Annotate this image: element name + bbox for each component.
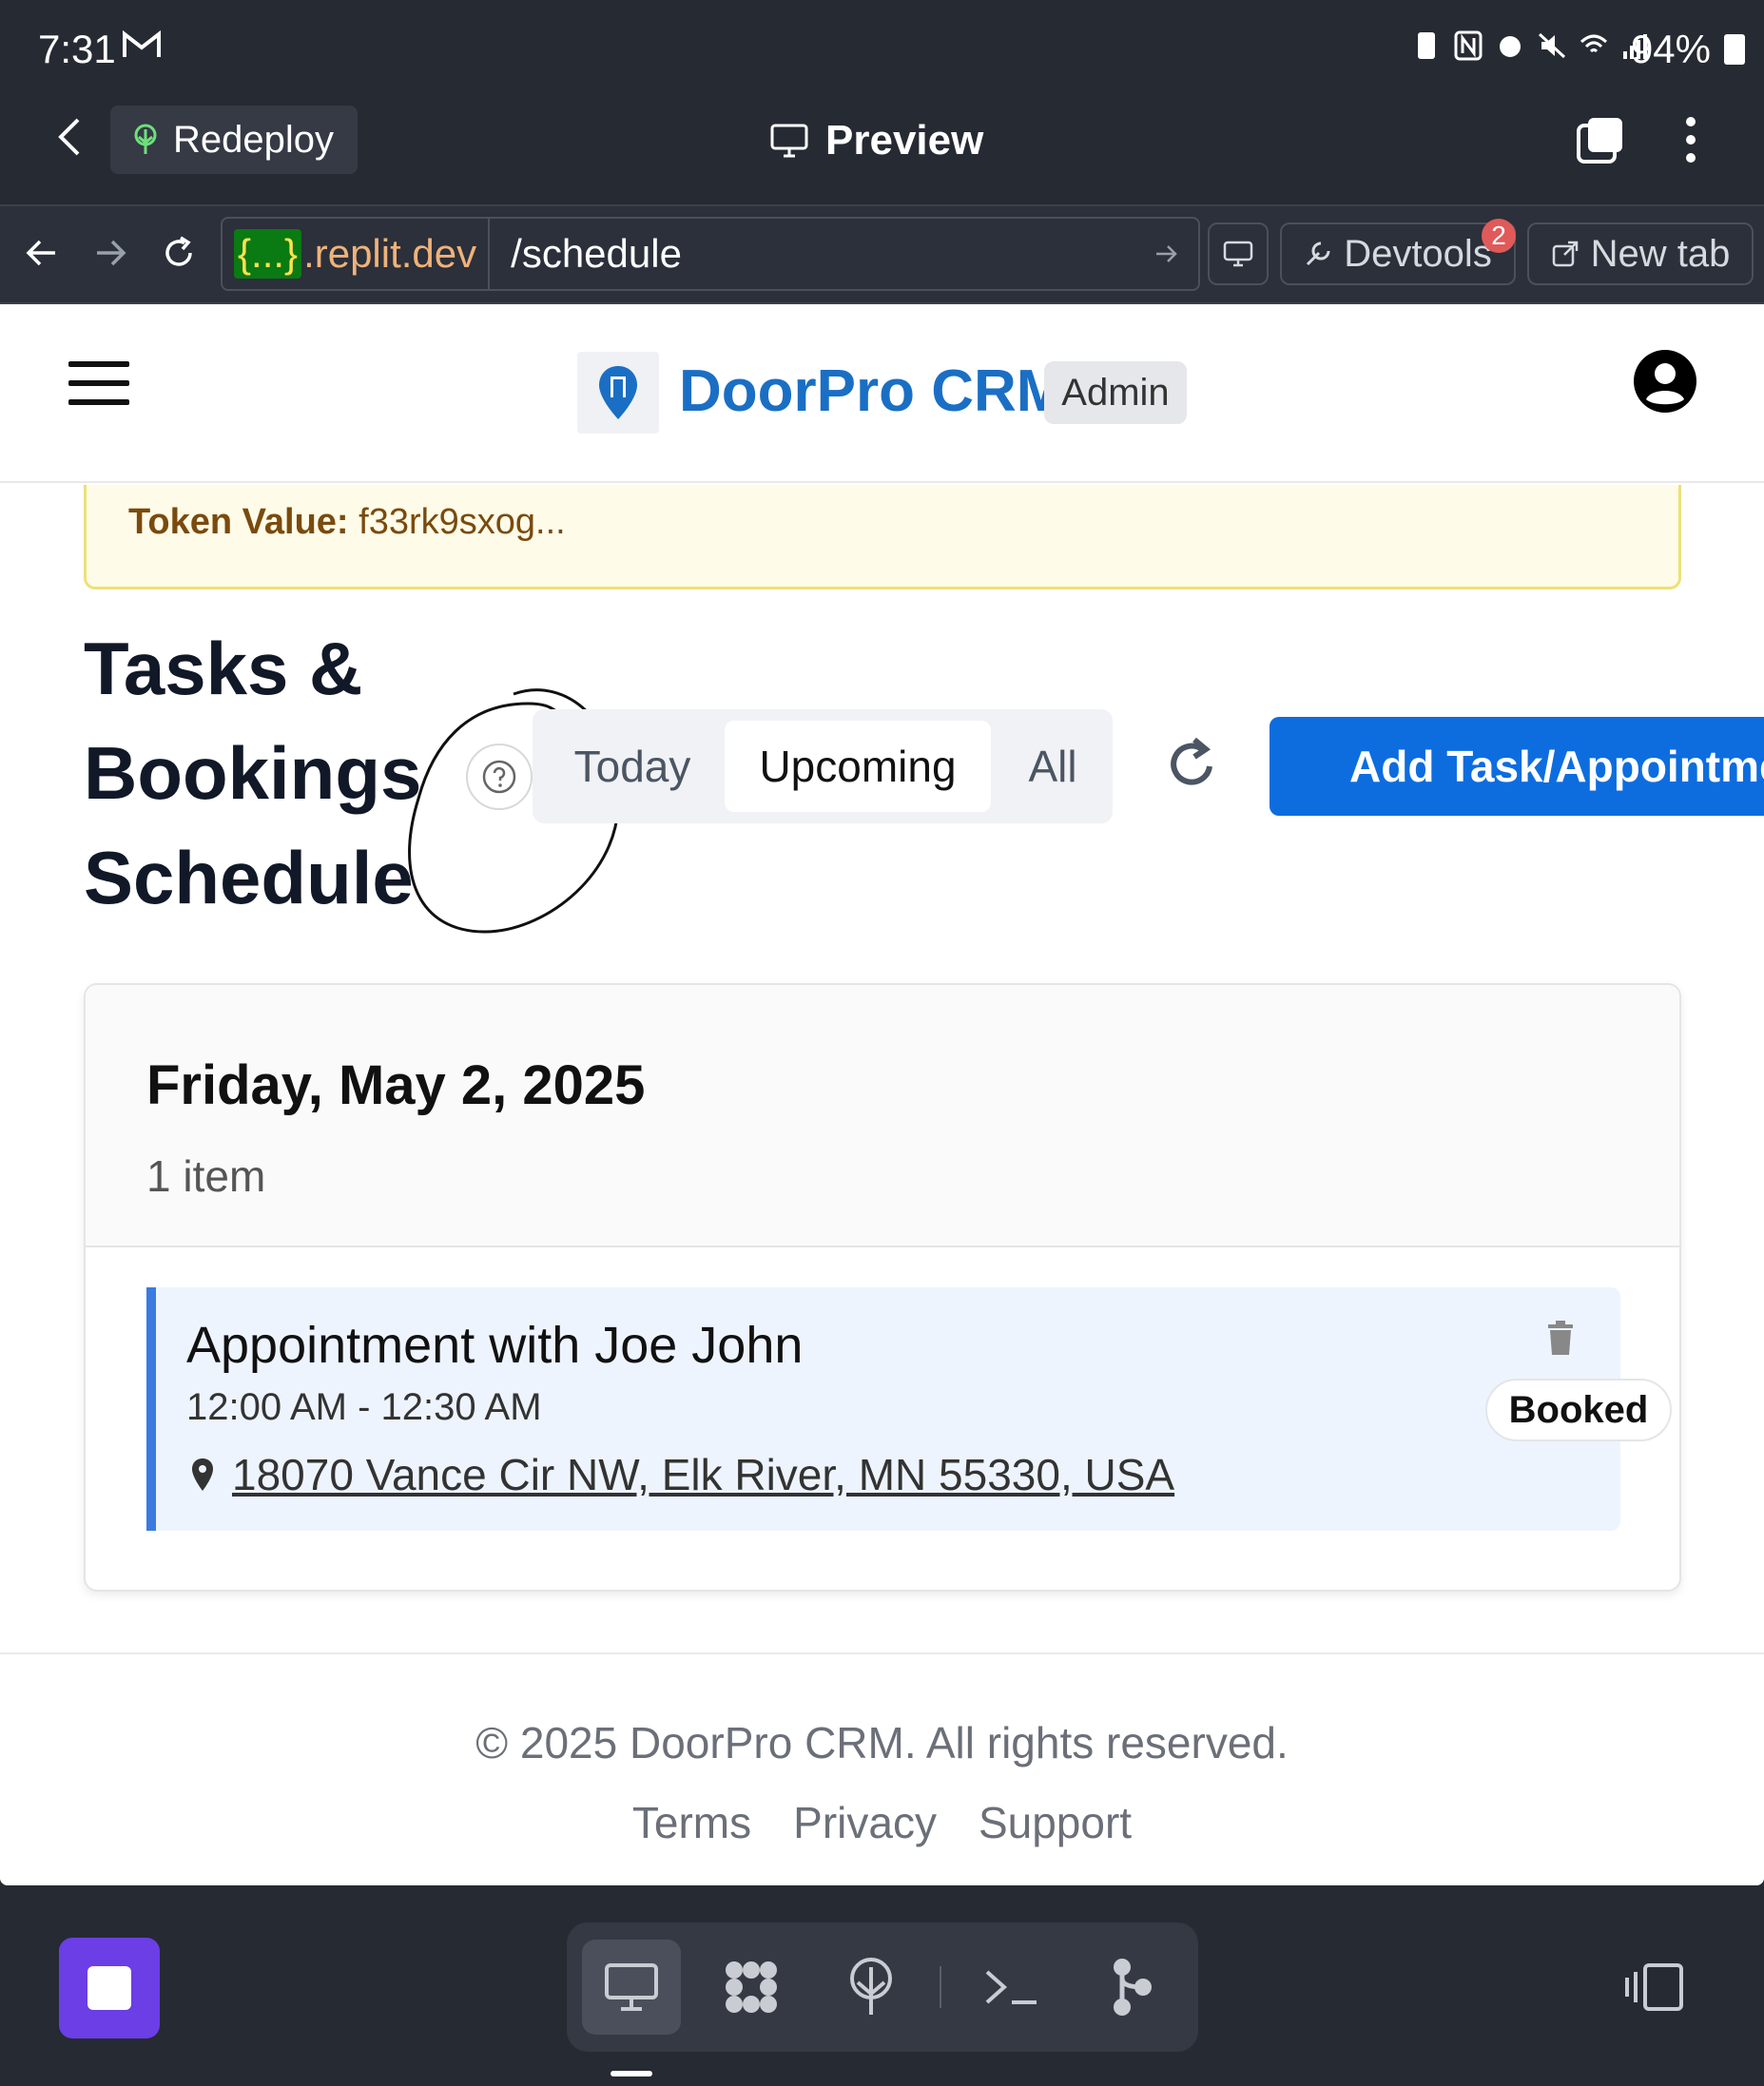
day-date: Friday, May 2, 2025 xyxy=(146,1054,646,1116)
tool-separator xyxy=(940,1966,941,2008)
status-badge: Booked xyxy=(1485,1379,1672,1441)
token-label: Token Value: xyxy=(128,502,349,542)
status-bar: 7:31 94% xyxy=(0,0,1764,95)
tabs-icon[interactable] xyxy=(1575,114,1626,165)
copyright-text: © 2025 DoorPro CRM. All rights reserved. xyxy=(475,1718,1289,1767)
preview-label: Preview xyxy=(825,117,984,164)
appointment-address-link[interactable]: 18070 Vance Cir NW, Elk River, MN 55330,… xyxy=(232,1449,1174,1500)
refresh-icon[interactable] xyxy=(1166,736,1219,793)
day-item-count: 1 item xyxy=(146,1151,266,1201)
gmail-icon xyxy=(123,29,161,57)
preview-title: Preview xyxy=(770,114,983,167)
devtools-count-badge: 2 xyxy=(1482,219,1516,253)
token-text: Token Value: f33rk9sxog... xyxy=(128,502,566,543)
device-toggle-button[interactable] xyxy=(1208,222,1269,285)
deploy-icon xyxy=(850,1958,892,2015)
reload-icon[interactable] xyxy=(160,234,198,272)
nfc-icon xyxy=(1454,30,1483,61)
user-profile-icon[interactable] xyxy=(1632,348,1698,415)
web-preview: DoorPro CRM Admin Token Value: f33rk9sxo… xyxy=(0,304,1764,1885)
back-arrow-icon[interactable] xyxy=(23,234,61,272)
back-chevron-icon[interactable] xyxy=(55,116,84,158)
shell-tool-button[interactable] xyxy=(962,1940,1061,2035)
wrench-icon xyxy=(1307,241,1330,266)
workspace-icon xyxy=(726,1961,777,2013)
add-task-label: Add Task/Appointment xyxy=(1349,742,1764,791)
preview-tool-button[interactable] xyxy=(582,1940,681,2035)
trash-icon[interactable] xyxy=(1546,1320,1575,1356)
mute-icon xyxy=(1538,30,1566,61)
alarm-icon xyxy=(1496,30,1524,61)
status-time: 7:31 xyxy=(38,27,116,71)
url-field[interactable]: {...} .replit.dev /schedule xyxy=(221,217,1200,291)
preview-icon xyxy=(605,1963,658,2011)
url-host: {...} .replit.dev xyxy=(223,219,491,289)
home-indicator xyxy=(611,2071,652,2076)
sim-icon xyxy=(1412,30,1441,61)
more-menu-icon[interactable] xyxy=(1679,114,1702,165)
add-task-button[interactable]: Add Task/Appointment xyxy=(1270,717,1764,816)
hamburger-menu-icon[interactable] xyxy=(68,361,129,405)
battery-percent: 94% xyxy=(1630,27,1711,71)
deploy-icon xyxy=(134,124,157,154)
filter-tabs: Today Upcoming All xyxy=(533,709,1113,823)
new-tab-button[interactable]: New tab xyxy=(1527,222,1754,285)
new-tab-label: New tab xyxy=(1590,232,1731,275)
git-icon xyxy=(1114,1959,1152,2016)
side-panel-icon[interactable] xyxy=(1624,1962,1685,2012)
appointment-time: 12:00 AM - 12:30 AM xyxy=(186,1386,542,1428)
footer-links: Terms Privacy Support xyxy=(0,1797,1764,1848)
site-footer: © 2025 DoorPro CRM. All rights reserved.… xyxy=(0,1652,1764,1885)
redeploy-button[interactable]: Redeploy xyxy=(110,106,358,174)
tab-upcoming[interactable]: Upcoming xyxy=(725,721,991,812)
devtools-label: Devtools xyxy=(1344,232,1492,275)
redeploy-label: Redeploy xyxy=(173,118,335,161)
url-path: /schedule xyxy=(511,231,682,276)
token-value: f33rk9sxog... xyxy=(348,502,566,542)
map-pin-icon xyxy=(192,1458,213,1491)
stop-icon xyxy=(87,1966,131,2010)
url-host-badge: {...} xyxy=(234,229,302,279)
tab-today[interactable]: Today xyxy=(533,709,732,823)
devtools-button[interactable]: Devtools xyxy=(1280,222,1516,285)
battery-icon xyxy=(1724,34,1745,65)
tab-all[interactable]: All xyxy=(991,709,1115,823)
shell-icon xyxy=(985,1970,1037,2004)
logo xyxy=(577,352,659,434)
monitor-icon xyxy=(770,124,808,158)
day-group-card: Friday, May 2, 2025 1 item Appointment w… xyxy=(84,983,1681,1592)
door-pin-icon xyxy=(599,366,637,419)
footer-link-terms[interactable]: Terms xyxy=(632,1797,751,1848)
token-banner: Token Value: f33rk9sxog... xyxy=(84,485,1681,589)
external-link-icon xyxy=(1552,241,1578,267)
workspace-tool-button[interactable] xyxy=(702,1940,801,2035)
day-group-header: Friday, May 2, 2025 1 item xyxy=(86,985,1679,1247)
url-host-domain: .replit.dev xyxy=(303,231,477,276)
monitor-icon xyxy=(1223,241,1253,267)
stop-button[interactable] xyxy=(59,1938,160,2038)
role-badge: Admin xyxy=(1044,361,1187,424)
footer-link-support[interactable]: Support xyxy=(979,1797,1132,1848)
appointment-title: Appointment with Joe John xyxy=(186,1317,804,1374)
git-tool-button[interactable] xyxy=(1082,1940,1181,2035)
brand-name[interactable]: DoorPro CRM xyxy=(679,357,1065,425)
status-icons xyxy=(1412,30,1650,61)
deploy-tool-button[interactable] xyxy=(822,1940,921,2035)
appointment-item[interactable]: Appointment with Joe John 12:00 AM - 12:… xyxy=(146,1287,1672,1531)
wifi-icon xyxy=(1580,30,1608,61)
page-title: Tasks & Bookings Schedule xyxy=(84,627,422,919)
footer-link-privacy[interactable]: Privacy xyxy=(793,1797,937,1848)
go-arrow-icon[interactable] xyxy=(1147,235,1185,273)
forward-arrow-icon[interactable] xyxy=(91,234,129,272)
site-header: DoorPro CRM Admin xyxy=(0,304,1764,483)
